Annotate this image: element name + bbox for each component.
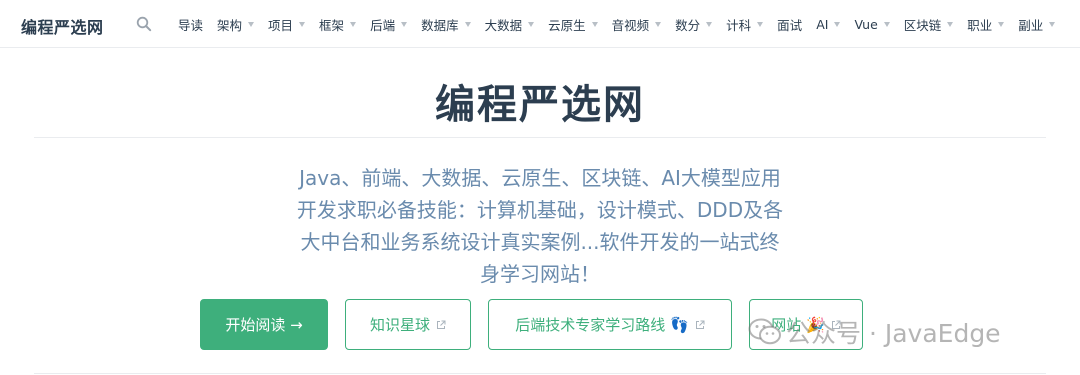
nav-item-label: 项目: [268, 17, 294, 33]
chevron-down-icon: [947, 21, 954, 27]
nav-item-label: 面试: [777, 17, 803, 33]
chevron-down-icon: [350, 21, 357, 27]
nav-item[interactable]: 面试: [777, 15, 802, 34]
roadmap-button[interactable]: 后端技术专家学习路线 👣: [488, 299, 732, 350]
hero-description: Java、前端、大数据、云原生、区块链、AI大模型应用开发求职必备技能：计算机基…: [296, 166, 784, 286]
external-link-icon: [437, 320, 446, 329]
nav-item-label: 数据库: [421, 17, 459, 33]
chevron-down-icon: [299, 21, 306, 27]
nav-item[interactable]: 架构: [217, 15, 255, 34]
chevron-down-icon: [655, 21, 662, 27]
chevron-down-icon: [591, 21, 598, 27]
chevron-down-icon: [528, 21, 535, 27]
knowledge-planet-button[interactable]: 知识星球: [345, 299, 471, 350]
nav-item[interactable]: 大数据: [485, 15, 535, 34]
nav-item[interactable]: 音视频: [612, 15, 662, 34]
nav-item-label: 计科: [726, 17, 752, 33]
chevron-down-icon: [464, 21, 471, 27]
nav-item-label: 副业: [1018, 17, 1044, 33]
nav-item[interactable]: 框架: [319, 15, 357, 34]
nav-item[interactable]: 云原生: [548, 15, 598, 34]
nav-item[interactable]: Vue: [854, 16, 890, 32]
nav-item-label: 大数据: [484, 17, 523, 33]
nav-item-label: 职业: [967, 17, 993, 33]
nav-item-label: 架构: [217, 17, 243, 33]
nav-item[interactable]: 项目: [268, 15, 306, 34]
nav-item-label: 区块链: [903, 17, 942, 33]
site-name[interactable]: 编程严选网: [21, 14, 104, 38]
knowledge-planet-label: 知识星球: [369, 316, 430, 334]
watermark: 公众号 · JavaEdge: [748, 314, 1001, 350]
nav-item[interactable]: 区块链: [904, 15, 954, 34]
chevron-down-icon: [401, 21, 408, 27]
search-icon[interactable]: [136, 16, 152, 32]
nav-item[interactable]: 计科: [726, 15, 764, 34]
nav-item-label: 音视频: [611, 17, 650, 33]
chevron-down-icon: [757, 21, 764, 27]
watermark-text: 公众号 · JavaEdge: [786, 319, 1001, 348]
nav-item-label: AI: [816, 16, 829, 32]
start-reading-button[interactable]: 开始阅读 →: [200, 299, 328, 350]
hero-title: 编程严选网: [435, 82, 645, 128]
nav-item-label: Vue: [854, 16, 878, 32]
divider: [34, 137, 1046, 138]
nav-item[interactable]: 副业: [1018, 15, 1056, 34]
wechat-icon: [748, 318, 781, 345]
chevron-down-icon: [248, 21, 255, 27]
nav-item[interactable]: 后端: [370, 15, 408, 34]
roadmap-label: 后端技术专家学习路线 👣: [515, 316, 689, 334]
nav-item[interactable]: 导读: [178, 15, 203, 34]
external-link-icon: [695, 320, 705, 329]
nav-item-label: 云原生: [548, 17, 586, 33]
nav-item-label: 后端: [370, 17, 396, 33]
nav-item[interactable]: 数据库: [421, 15, 471, 34]
chevron-down-icon: [706, 21, 713, 27]
nav-item[interactable]: 数分: [675, 15, 713, 34]
nav-item-label: 数分: [675, 17, 701, 33]
start-reading-label: 开始阅读 →: [225, 316, 303, 334]
nav-item[interactable]: 职业: [967, 15, 1005, 34]
nav-item-label: 导读: [178, 17, 204, 33]
chevron-down-icon: [1049, 21, 1056, 27]
chevron-down-icon: [883, 21, 890, 27]
divider: [34, 373, 1046, 374]
chevron-down-icon: [834, 21, 841, 27]
navbar: 编程严选网 导读 架构 项目 框架 后端 数据库 大数据 云原生 音视频 数分 计科 面试 AI Vue 区…: [0, 0, 1080, 48]
nav-item[interactable]: AI: [816, 16, 841, 32]
nav-links: 导读 架构 项目 框架 后端 数据库 大数据 云原生 音视频 数分 计科 面试 AI Vue 区块链 职业 副业: [178, 0, 1069, 48]
chevron-down-icon: [998, 21, 1005, 27]
nav-item-label: 框架: [319, 17, 345, 33]
